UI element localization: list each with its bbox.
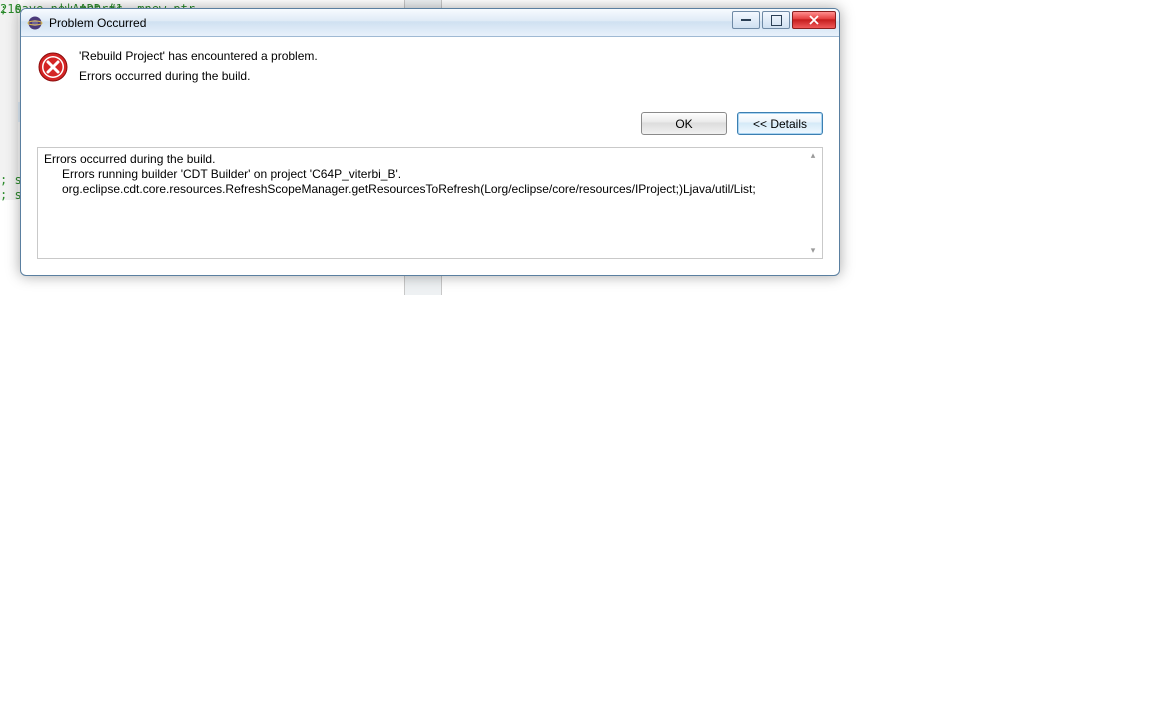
error-icon: [37, 51, 69, 86]
details-button[interactable]: << Details: [737, 112, 823, 135]
scroll-up-icon[interactable]: ▴: [811, 150, 816, 161]
maximize-button[interactable]: [762, 11, 790, 29]
details-textarea[interactable]: Errors occurred during the build. Errors…: [37, 147, 823, 259]
error-heading: 'Rebuild Project' has encountered a prob…: [79, 49, 318, 63]
dialog-content: 'Rebuild Project' has encountered a prob…: [21, 37, 839, 92]
details-line: Errors running builder 'CDT Builder' on …: [44, 167, 802, 182]
error-subtext: Errors occurred during the build.: [79, 69, 318, 83]
minimize-button[interactable]: [732, 11, 760, 29]
details-line: org.eclipse.cdt.core.resources.RefreshSc…: [44, 182, 802, 197]
close-button[interactable]: [792, 11, 836, 29]
dialog-title: Problem Occurred: [49, 16, 146, 30]
details-scrollbar[interactable]: ▴ ▾: [806, 150, 820, 256]
dialog-titlebar[interactable]: Problem Occurred: [21, 9, 839, 37]
ok-button[interactable]: OK: [641, 112, 727, 135]
dialog-button-row: OK << Details: [21, 92, 839, 147]
details-line: Errors occurred during the build.: [44, 152, 802, 167]
scroll-down-icon[interactable]: ▾: [811, 245, 816, 256]
eclipse-icon: [27, 15, 43, 31]
problem-dialog: Problem Occurred 'Rebuild Project' has e…: [20, 8, 840, 276]
